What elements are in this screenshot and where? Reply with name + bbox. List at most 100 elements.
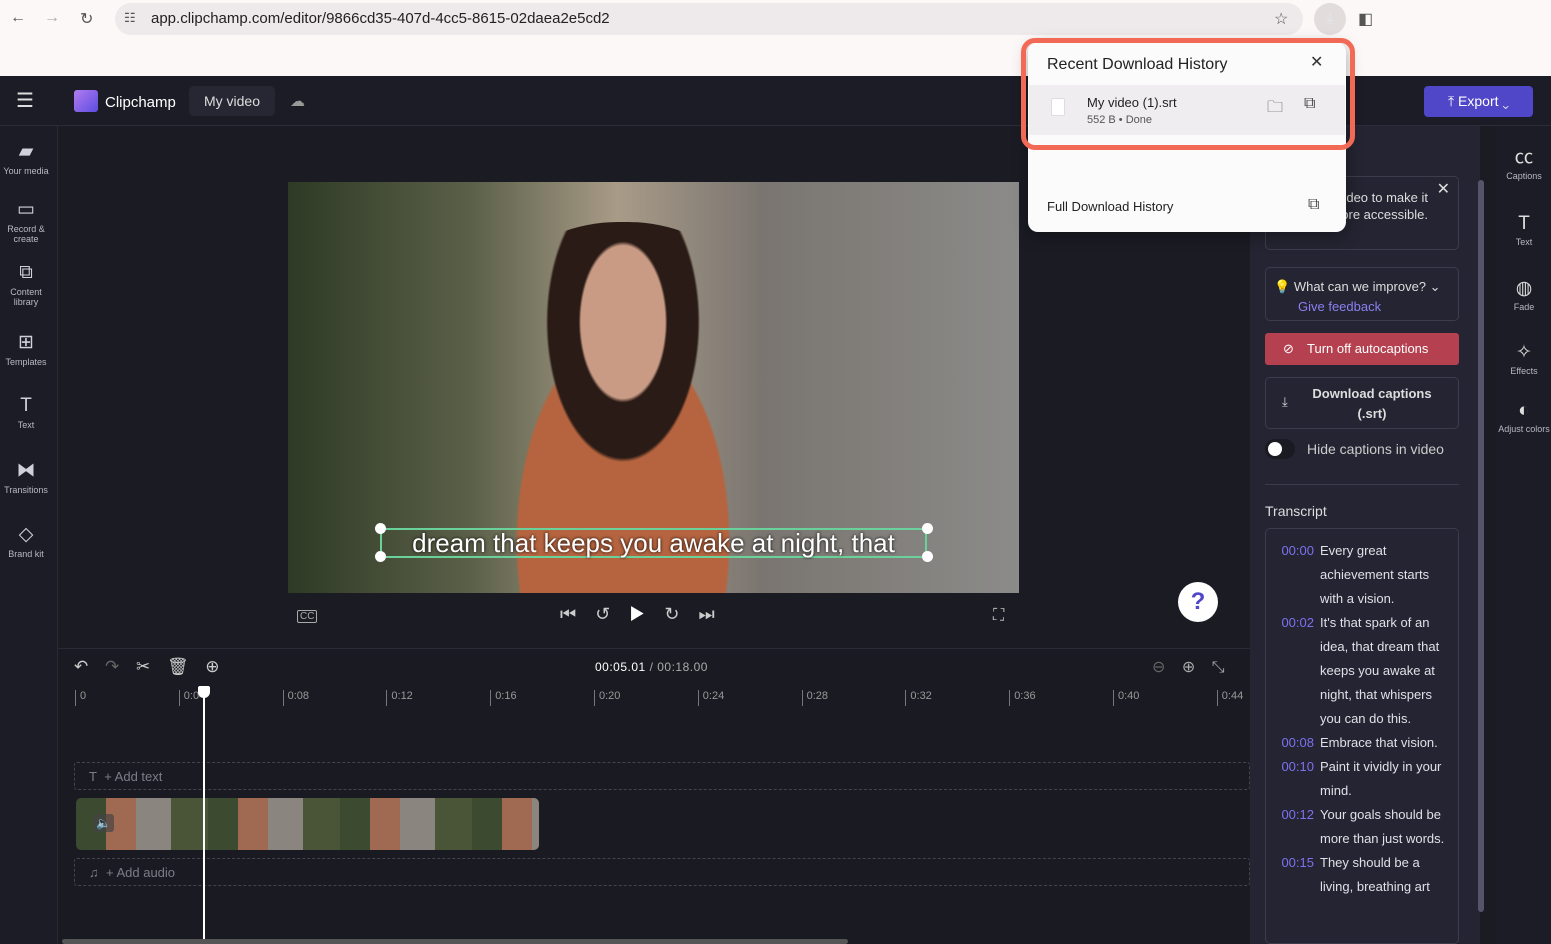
- url-text[interactable]: app.clipchamp.com/editor/9866cd35-407d-4…: [151, 10, 610, 27]
- add-audio-track[interactable]: ♫ + Add audio: [74, 858, 1250, 886]
- transcript-text: Every great achievement starts with a vi…: [1320, 543, 1430, 606]
- turn-off-autocaptions-button[interactable]: ⊘ Turn off autocaptions: [1265, 333, 1459, 365]
- rewind-5-icon[interactable]: ↺: [595, 604, 610, 624]
- tick-label: 0:08: [282, 690, 309, 706]
- scissors-icon[interactable]: ✂: [136, 657, 150, 676]
- video-clip[interactable]: 🔈: [76, 798, 539, 850]
- sidebar-label: Record & create: [7, 224, 45, 244]
- resize-handle[interactable]: [922, 551, 933, 562]
- downloads-button[interactable]: ⤓: [1314, 3, 1346, 35]
- sidebar-item-transitions[interactable]: ⧓ Transitions: [0, 459, 52, 495]
- sidebar-label: Content library: [10, 287, 42, 307]
- sidebar-label: Text: [17, 420, 35, 430]
- resize-handle[interactable]: [922, 523, 933, 534]
- forward-icon[interactable]: →: [44, 9, 60, 27]
- open-external-icon[interactable]: ⧉: [1308, 196, 1319, 214]
- reload-icon[interactable]: ↻: [80, 9, 93, 29]
- star-icon[interactable]: ☆: [1274, 9, 1288, 29]
- help-button[interactable]: ?: [1178, 582, 1218, 622]
- total-time: / 00:18.00: [649, 660, 708, 674]
- sidebar-item-your-media[interactable]: ▰ Your media: [0, 140, 52, 176]
- timestamp[interactable]: 00:02: [1274, 611, 1314, 731]
- feedback-card[interactable]: 💡 What can we improve? ⌄ Give feedback: [1265, 267, 1459, 321]
- download-format: (.srt): [1357, 406, 1387, 421]
- sidebar-item-content-library[interactable]: ⧉ Content library: [0, 262, 52, 307]
- resize-handle[interactable]: [375, 551, 386, 562]
- transcript-text: They should be a living, breathing art: [1320, 855, 1430, 894]
- zoom-out-icon[interactable]: ⊖: [1152, 659, 1165, 676]
- resize-handle[interactable]: [375, 523, 386, 534]
- transcript-row[interactable]: 00:12 Your goals should be more than just…: [1274, 803, 1458, 851]
- full-download-history-link[interactable]: Full Download History: [1047, 199, 1173, 214]
- highlight-box: [1021, 38, 1355, 150]
- side-panel-icon[interactable]: ◧: [1358, 9, 1373, 29]
- folder-icon: ▰: [18, 141, 34, 162]
- skip-back-icon[interactable]: ⏮: [560, 604, 576, 624]
- redo-icon[interactable]: ↷: [105, 657, 119, 676]
- transcript-row[interactable]: 00:10 Paint it vividly in your mind.: [1274, 755, 1458, 803]
- timeline-scrollbar[interactable]: [62, 939, 848, 944]
- fit-icon[interactable]: ⤡: [1212, 659, 1225, 676]
- transcript-row[interactable]: 00:15 They should be a living, breathing …: [1274, 851, 1458, 899]
- rail-label: Captions: [1506, 171, 1542, 181]
- rail-item-captions[interactable]: ㏄ Captions: [1497, 142, 1551, 181]
- rail-item-effects[interactable]: ✧ Effects: [1497, 341, 1551, 376]
- transcript-row[interactable]: 00:08 Embrace that vision.: [1274, 731, 1458, 755]
- playhead-handle[interactable]: [198, 686, 210, 698]
- timestamp[interactable]: 00:08: [1274, 731, 1314, 755]
- close-icon[interactable]: ✕: [1437, 181, 1450, 198]
- timestamp[interactable]: 00:00: [1274, 539, 1314, 611]
- audio-icon[interactable]: 🔈: [93, 814, 114, 832]
- timecode: 00:05.01 / 00:18.00: [595, 660, 708, 674]
- menu-icon[interactable]: ☰: [16, 88, 34, 113]
- playhead[interactable]: [203, 688, 205, 944]
- skip-forward-icon[interactable]: ⏭: [699, 604, 715, 624]
- contrast-icon: ◐: [1518, 400, 1530, 421]
- tick-label: 0:24: [697, 690, 724, 706]
- tick-label: 0:32: [905, 690, 932, 706]
- rail-label: Text: [1515, 237, 1533, 247]
- transcript-list[interactable]: 00:00 Every great achievement starts with…: [1265, 528, 1459, 944]
- trash-icon[interactable]: 🗑: [167, 657, 189, 676]
- transcript-row[interactable]: 00:00 Every great achievement starts with…: [1274, 539, 1458, 611]
- download-label: Download captions: [1312, 386, 1432, 401]
- add-clip-icon[interactable]: ⊕: [205, 657, 219, 676]
- export-button[interactable]: ⤒ Export ⌄: [1424, 86, 1533, 117]
- transcript-text: Paint it vividly in your mind.: [1320, 759, 1442, 798]
- download-captions-button[interactable]: ⤓ Download captions (.srt): [1265, 377, 1459, 429]
- text-icon: T: [89, 769, 97, 784]
- rail-item-text[interactable]: T Text: [1497, 213, 1551, 247]
- timestamp[interactable]: 00:12: [1274, 803, 1314, 851]
- rail-item-adjust-colors[interactable]: ◐ Adjust colors: [1497, 400, 1551, 434]
- download-icon: ⤓: [1326, 10, 1334, 27]
- rail-label: Fade: [1513, 302, 1535, 312]
- tick-label: 0:16: [490, 690, 517, 706]
- panel-scrollbar[interactable]: [1478, 180, 1484, 912]
- caption-overlay[interactable]: dream that keeps you awake at night, tha…: [380, 528, 927, 558]
- zoom-in-icon[interactable]: ⊕: [1182, 659, 1195, 676]
- site-settings-icon[interactable]: ☷: [124, 10, 136, 26]
- feedback-link[interactable]: Give feedback: [1298, 299, 1381, 314]
- back-icon[interactable]: ←: [10, 9, 26, 27]
- play-icon[interactable]: ▶: [629, 604, 645, 624]
- undo-icon[interactable]: ↶: [74, 657, 88, 676]
- cc-icon[interactable]: CC: [297, 610, 318, 623]
- fullscreen-icon[interactable]: ⛶: [993, 607, 1004, 625]
- timestamp[interactable]: 00:15: [1274, 851, 1314, 899]
- hide-captions-toggle[interactable]: [1265, 439, 1295, 459]
- music-icon: ♫: [89, 865, 99, 880]
- rail-item-fade[interactable]: ◍ Fade: [1497, 277, 1551, 312]
- project-title[interactable]: My video: [189, 86, 275, 116]
- sidebar-item-text[interactable]: T Text: [0, 395, 52, 430]
- sidebar-item-templates[interactable]: ⊞ Templates: [0, 331, 52, 367]
- transcript-text: It's that spark of an idea, that dream t…: [1320, 615, 1440, 726]
- sidebar-item-brand-kit[interactable]: ◇ Brand kit: [0, 523, 52, 559]
- timestamp[interactable]: 00:10: [1274, 755, 1314, 803]
- forward-5-icon[interactable]: ↻: [664, 604, 679, 624]
- add-text-track[interactable]: T + Add text: [74, 762, 1250, 790]
- sidebar-item-record-create[interactable]: ▭ Record & create: [0, 198, 52, 244]
- current-time: 00:05.01: [595, 660, 646, 674]
- captions-icon: ㏄: [1514, 147, 1534, 168]
- captions-off-icon: ⊘: [1283, 341, 1294, 356]
- transcript-row[interactable]: 00:02 It's that spark of an idea, that dr…: [1274, 611, 1458, 731]
